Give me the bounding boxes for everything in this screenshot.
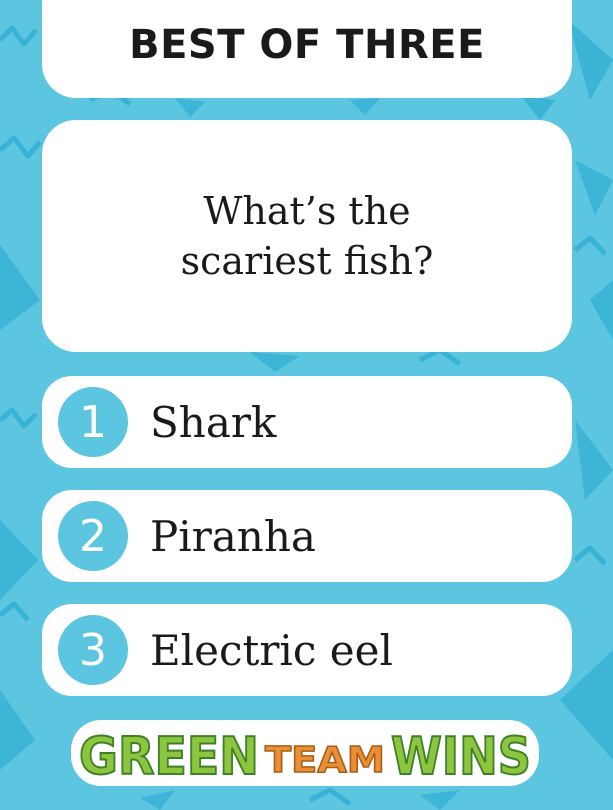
logo-word-team: TEAM [265,740,385,781]
option-label: Piranha [150,511,316,561]
logo-word-wins: WINS [391,727,531,787]
option-number-badge: 2 [58,501,128,571]
question-card: What’s the scariest fish? [42,120,572,352]
logo-word-green: GREEN [79,727,259,787]
option-label: Electric eel [150,625,393,675]
answer-option-3[interactable]: 3 Electric eel [42,604,572,696]
answer-option-2[interactable]: 2 Piranha [42,490,572,582]
option-number-badge: 3 [58,615,128,685]
option-number-badge: 1 [58,387,128,457]
title-card: BEST OF THREE [42,0,572,98]
answer-option-1[interactable]: 1 Shark [42,376,572,468]
game-title: BEST OF THREE [129,22,485,68]
question-text: What’s the scariest fish? [180,189,434,283]
green-team-wins-logo: GREEN TEAM WINS [71,720,539,788]
option-label: Shark [150,397,277,447]
